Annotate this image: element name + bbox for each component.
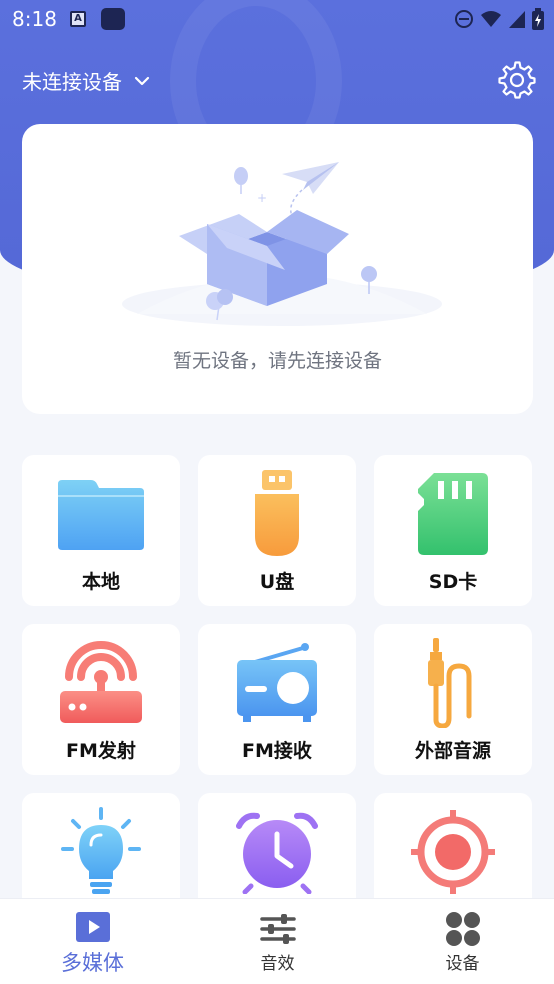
tile-local[interactable]: 本地	[22, 455, 180, 606]
signal-icon	[509, 11, 525, 28]
status-icons	[454, 8, 544, 30]
fm-transmitter-icon	[60, 641, 142, 723]
aux-cable-icon	[428, 638, 472, 728]
light-bulb-icon	[61, 807, 141, 894]
wifi-icon	[481, 11, 501, 27]
notification-app-icon	[101, 8, 125, 30]
device-selector[interactable]: 未连接设备	[22, 66, 150, 95]
equalizer-icon	[259, 914, 296, 944]
tile-label: FM接收	[242, 740, 312, 762]
usb-drive-icon	[255, 470, 299, 556]
tile-label: 本地	[81, 571, 120, 593]
alarm-clock-icon	[236, 812, 318, 894]
folder-icon	[58, 480, 144, 550]
nav-label: 设备	[445, 954, 480, 974]
tile-usb[interactable]: U盘	[198, 455, 356, 606]
tile-sd-card[interactable]: SD卡	[374, 455, 532, 606]
tile-label: SD卡	[428, 571, 478, 593]
tile-label: FM发射	[66, 740, 136, 762]
tile-external-source[interactable]: 外部音源	[374, 624, 532, 775]
tile-label: U盘	[259, 571, 295, 593]
notification-a-icon: A	[70, 11, 86, 27]
status-time: 8:18	[12, 7, 57, 31]
sd-card-icon	[418, 473, 488, 555]
empty-state-message: 暂无设备，请先连接设备	[172, 350, 382, 372]
nav-sound-effects[interactable]: 音效	[185, 899, 370, 984]
status-bar: 8:18 A	[0, 0, 554, 40]
play-icon	[75, 912, 110, 942]
bottom-navigation: 多媒体 音效 设备	[0, 898, 554, 984]
nav-label: 音效	[260, 954, 295, 974]
empty-device-card: + 暂无设备，请先连接设备	[22, 124, 533, 414]
radio-icon	[237, 643, 317, 722]
tile-fm-transmit[interactable]: FM发射	[22, 624, 180, 775]
target-icon	[411, 810, 495, 894]
nav-label: 多媒体	[61, 951, 124, 975]
device-grid-icon	[445, 912, 480, 946]
settings-button[interactable]	[498, 61, 536, 99]
chevron-down-icon	[134, 76, 150, 85]
tile-label: 外部音源	[414, 740, 491, 762]
tile-fm-receive[interactable]: FM接收	[198, 624, 356, 775]
empty-box-illustration: +	[122, 162, 442, 326]
nav-multimedia[interactable]: 多媒体	[0, 899, 185, 984]
gear-icon	[498, 61, 536, 99]
device-selector-label: 未连接设备	[22, 70, 122, 94]
nav-device[interactable]: 设备	[370, 899, 554, 984]
dnd-icon	[455, 10, 473, 28]
battery-icon	[532, 8, 544, 30]
svg-text:+: +	[257, 191, 267, 205]
